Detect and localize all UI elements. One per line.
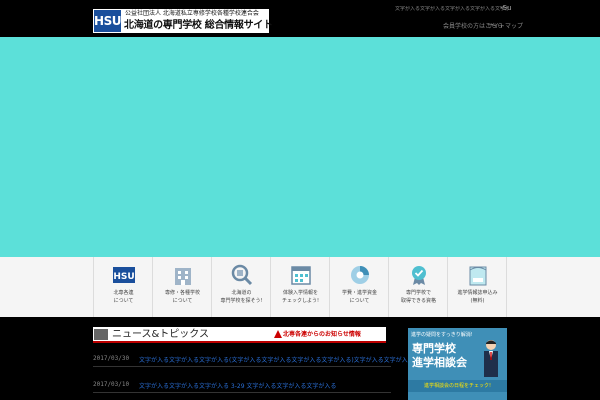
nav-item-magazine-request[interactable]: 進学情報誌申込み (無料) xyxy=(448,257,507,317)
news-date: 2017/03/30 xyxy=(93,355,130,362)
nav-label: 体験入学情報を チェックしよう! xyxy=(281,290,319,304)
news-subtitle: 北専各連からのお知らせ情報 xyxy=(283,331,361,338)
site-logo[interactable]: HSU 公益社団法人 北海道私立専修学校各種学校連合会 北海道の専門学校 総合情… xyxy=(93,9,273,33)
news-section-header: ニュース&トピックス 北専各連からのお知らせ情報 xyxy=(93,327,386,343)
consultation-banner[interactable]: 進学の疑問をすっきり解消! 専門学校 進学相談会 進学相談会の日程をチェック! xyxy=(408,328,507,400)
logo-organization-name: 公益社団法人 北海道私立専修学校各種学校連合会 xyxy=(125,10,259,17)
hsu-logo-mark: HSU xyxy=(94,10,121,32)
search-building-icon xyxy=(231,264,253,286)
logo-site-title: 北海道の専門学校 総合情報サイト xyxy=(124,20,273,31)
nav-label: 進学情報誌申込み (無料) xyxy=(457,290,498,304)
nav-label: 北海道の 専門学校を探そう! xyxy=(220,290,263,304)
person-illustration-icon xyxy=(484,340,498,377)
nav-label: 学費・進学資金 について xyxy=(341,290,377,304)
news-item: 2017/03/30 文字が入る文字が入る文字が入る(文字が入る文字が入る文字が… xyxy=(93,353,426,367)
header-notice-text: 文字が入る文字が入る文字が入る文字が入る文字が入る文字が入る文字が入る文字 xyxy=(395,6,509,12)
hsu-logo-icon: HSU xyxy=(113,267,135,283)
banner-title-line-1: 専門学校 xyxy=(412,342,456,355)
nav-item-qualifications[interactable]: 専門学校で 取得できる資格 xyxy=(389,257,448,317)
main-navigation: HSU 北専各連 について 専修・各種学校 について 北海道の 専門学校を探そう… xyxy=(0,257,600,317)
svg-text:HSU: HSU xyxy=(113,272,134,282)
news-item: 2017/03/10 文字が入る文字が入る文字が入る 3-29 文字が入る文字が… xyxy=(93,379,391,393)
nav-item-about-schools[interactable]: 専修・各種学校 について xyxy=(153,257,212,317)
nav-item-about-association[interactable]: HSU 北専各連 について xyxy=(94,257,153,317)
warning-triangle-icon xyxy=(274,330,282,338)
header-notice-tail: -Su xyxy=(500,4,512,12)
nav-item-search-schools[interactable]: 北海道の 専門学校を探そう! xyxy=(212,257,271,317)
nav-label: 専修・各種学校 について xyxy=(164,290,200,304)
news-icon xyxy=(94,329,108,340)
news-date: 2017/03/10 xyxy=(93,381,130,388)
calendar-icon xyxy=(291,266,311,285)
site-header: HSU 公益社団法人 北海道私立専修学校各種学校連合会 北海道の専門学校 総合情… xyxy=(0,0,600,37)
nav-item-open-campus[interactable]: 体験入学情報を チェックしよう! xyxy=(271,257,330,317)
news-link[interactable]: 文字が入る文字が入る文字が入る(文字が入る文字が入る文字が入る文字が入る)文字が… xyxy=(139,355,426,364)
nav-label: 北専各連 について xyxy=(113,290,134,304)
news-title: ニュース&トピックス xyxy=(112,329,209,340)
magazine-icon xyxy=(469,266,487,286)
nav-item-tuition[interactable]: 学費・進学資金 について xyxy=(330,257,389,317)
banner-cta: 進学相談会の日程をチェック! xyxy=(408,380,507,392)
badge-icon xyxy=(412,266,426,285)
news-link[interactable]: 文字が入る文字が入る文字が入る 3-29 文字が入る文字が入る文字が入る xyxy=(139,381,336,390)
building-icon xyxy=(175,268,191,285)
pie-chart-icon xyxy=(351,266,369,284)
hero-slideshow[interactable] xyxy=(0,37,600,257)
banner-tagline: 進学の疑問をすっきり解消! xyxy=(411,332,473,338)
sitemap-link[interactable]: サイトマップ xyxy=(487,21,523,30)
banner-title-line-2: 進学相談会 xyxy=(412,356,467,369)
nav-label: 専門学校で 取得できる資格 xyxy=(401,290,436,304)
